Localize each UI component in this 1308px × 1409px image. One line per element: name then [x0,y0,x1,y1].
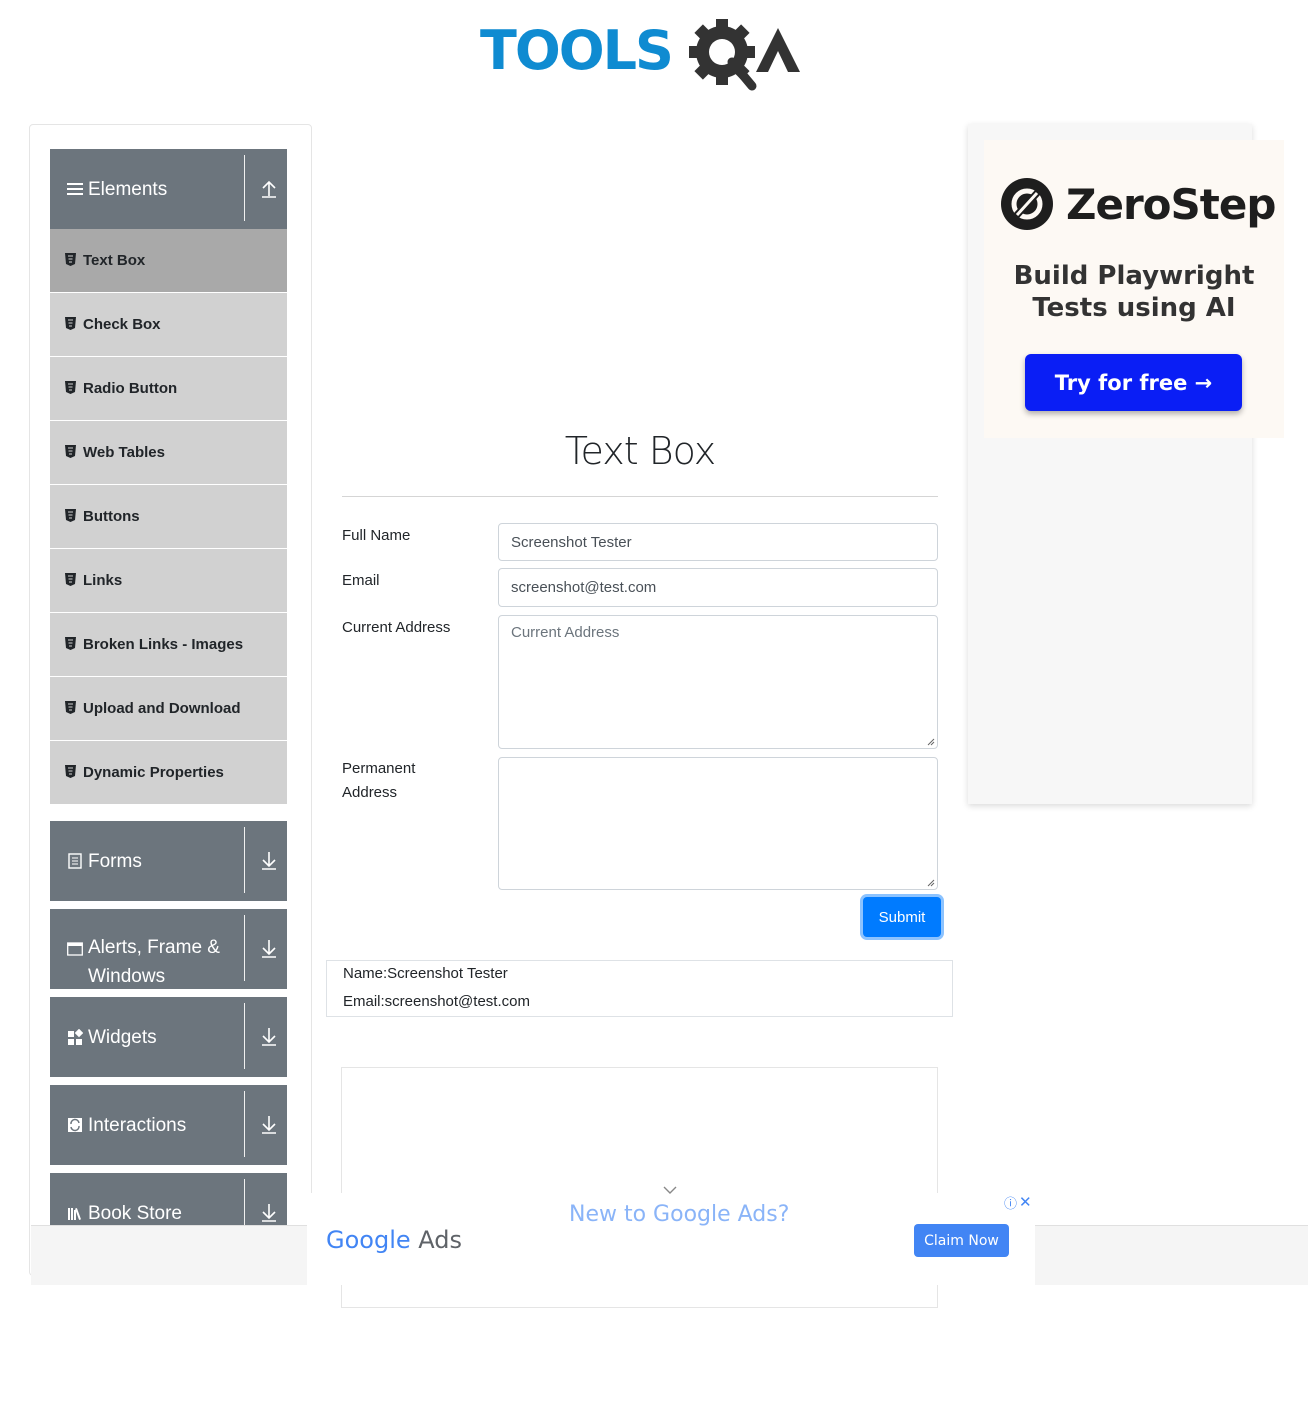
claim-now-button[interactable]: Claim Now [914,1224,1009,1257]
divider [244,155,245,221]
sidebar-item-label: Dynamic Properties [83,764,224,781]
sidebar-group-elements[interactable]: Elements [50,149,287,229]
hamburger-icon [67,183,83,195]
html-file-icon [65,765,76,778]
interactions-icon [68,1118,82,1132]
sidebar-item-label: Text Box [83,252,146,269]
sidebar-item-label: Upload and Download [83,700,241,717]
expand-down-icon[interactable] [260,1025,278,1047]
try-for-free-button[interactable]: Try for free → [1025,354,1242,411]
expand-down-icon[interactable] [260,937,278,959]
sidebar-item-check-box[interactable]: Check Box [50,293,287,357]
logo-text-tools: TOOLS [480,19,672,82]
document-icon [68,853,82,869]
sidebar-item-broken-links[interactable]: Broken Links - Images [50,613,287,677]
collapse-up-icon[interactable] [260,177,278,199]
sidebar-item-label: Check Box [83,316,161,333]
html-file-icon [65,317,76,330]
html-file-icon [65,637,76,650]
zerostep-ad[interactable]: ZeroStep Build Playwright Tests using AI… [984,140,1284,438]
resize-grip-icon[interactable] [927,738,935,746]
info-icon[interactable]: ⓘ [1004,1196,1017,1212]
divider [244,827,245,893]
output-email: Email:screenshot@test.com [343,993,530,1010]
divider [244,1091,245,1157]
resize-grip-icon[interactable] [927,879,935,887]
sidebar-item-label: Web Tables [83,444,165,461]
zerostep-tagline-line1: Build Playwright [1013,261,1255,291]
permanent-address-label: Permanent Address [342,757,415,805]
sidebar-item-text-box[interactable]: Text Box [50,229,287,293]
sidebar-item-label: Radio Button [83,380,178,397]
sidebar-group-widgets[interactable]: Widgets [50,997,287,1077]
chevron-down-icon[interactable] [663,1186,677,1194]
sidebar-group-forms[interactable]: Forms [50,821,287,901]
sidebar-group-interactions[interactable]: Interactions [50,1085,287,1165]
html-file-icon [65,253,76,266]
google-ads-logo: Google Ads [326,1225,462,1255]
zerostep-logo-icon [1001,178,1053,230]
close-icon[interactable]: ✕ [1019,1194,1032,1212]
output-name: Name:Screenshot Tester [343,965,508,982]
full-name-input[interactable] [498,523,938,561]
logo-a-glyph [756,28,800,72]
current-address-textarea[interactable] [498,615,938,749]
google-ads-headline[interactable]: New to Google Ads? [569,1201,789,1229]
window-icon [67,942,83,956]
logo-gear-icon [689,19,757,91]
sidebar-item-label: Buttons [83,508,140,525]
html-file-icon [65,445,76,458]
expand-down-icon[interactable] [260,1201,278,1223]
output-box: Name:Screenshot Tester Email:screenshot@… [326,960,953,1017]
sidebar-item-label: Links [83,572,123,589]
title-divider [342,496,938,497]
sidebar-item-links[interactable]: Links [50,549,287,613]
google-wordmark: Google [326,1226,411,1254]
divider [244,1003,245,1069]
sidebar-item-web-tables[interactable]: Web Tables [50,421,287,485]
sidebar-item-dynamic-properties[interactable]: Dynamic Properties [50,741,287,805]
permanent-address-label-line1: Permanent [342,760,416,777]
page-title: Text Box [564,429,716,473]
email-label: Email [342,572,380,589]
zerostep-tagline: Build Playwright Tests using AI [984,260,1284,324]
full-name-label: Full Name [342,527,411,544]
widgets-icon [68,1029,83,1045]
sidebar-group-label: Alerts, Frame & Windows [88,933,238,991]
sidebar-group-label: Interactions [88,1115,187,1136]
sidebar-group-label: Widgets [88,1027,157,1048]
sidebar-item-radio-button[interactable]: Radio Button [50,357,287,421]
html-file-icon [65,509,76,522]
library-icon [68,1208,81,1220]
email-input[interactable] [498,568,938,607]
zerostep-brand: ZeroStep [1066,180,1276,229]
divider [244,915,245,981]
html-file-icon [65,701,76,714]
permanent-address-label-line2: Address [342,784,398,801]
permanent-address-textarea[interactable] [498,757,938,890]
current-address-label: Current Address [342,619,451,636]
sidebar-group-label: Elements [88,179,168,200]
html-file-icon [65,573,76,586]
toolsqa-logo[interactable]: TOOLS [480,14,804,94]
submit-button[interactable]: Submit [863,897,941,937]
expand-down-icon[interactable] [260,1113,278,1135]
ads-wordmark: Ads [418,1226,463,1254]
sidebar-group-label: Forms [88,851,142,872]
expand-down-icon[interactable] [260,849,278,871]
sidebar-group-alerts[interactable]: Alerts, Frame & Windows [50,909,287,989]
sidebar: Elements Text Box Check Box Radio Button… [29,124,312,1276]
zerostep-tagline-line2: Tests using AI [1032,293,1236,323]
sidebar-item-upload-download[interactable]: Upload and Download [50,677,287,741]
sidebar-group-label-text: Alerts, Frame & Windows [88,937,220,987]
html-file-icon [65,381,76,394]
sidebar-item-label: Broken Links - Images [83,636,244,653]
sidebar-item-buttons[interactable]: Buttons [50,485,287,549]
google-ads-banner[interactable]: Google Ads New to Google Ads? Claim Now … [307,1186,1035,1285]
